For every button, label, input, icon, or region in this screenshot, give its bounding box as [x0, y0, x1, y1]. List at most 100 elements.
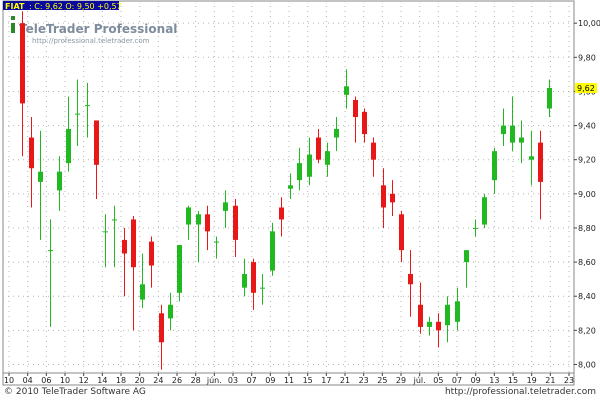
- y-tick-label: 9,00: [578, 190, 596, 199]
- candle-body: [66, 128, 71, 164]
- candle-body: [177, 245, 182, 293]
- candle-body: [473, 227, 478, 229]
- x-tick-label: 12: [79, 376, 89, 385]
- candle-body: [482, 197, 487, 225]
- candle-body: [29, 137, 34, 169]
- candle-body: [529, 156, 534, 160]
- candle-body: [427, 321, 432, 327]
- x-tick-label: 13: [489, 376, 499, 385]
- watermark-logo-icon: [11, 23, 15, 33]
- candle-body: [251, 262, 256, 293]
- x-tick-label: 24: [153, 376, 163, 385]
- candle-body: [445, 304, 450, 326]
- candle-body: [196, 214, 201, 225]
- candle-body: [279, 207, 284, 220]
- candle-body: [20, 23, 25, 104]
- x-tick-label: 15: [508, 376, 518, 385]
- x-tick-label: 14: [97, 376, 107, 385]
- x-tick-label: 18: [116, 376, 126, 385]
- candle-body: [75, 113, 80, 115]
- x-tick-label: 11: [284, 376, 294, 385]
- candle-body: [223, 202, 228, 211]
- candle-body: [371, 142, 376, 160]
- y-tick-label: 8,20: [578, 326, 596, 335]
- y-tick-label: 10,00: [578, 19, 600, 28]
- footer-url-link[interactable]: http://professional.teletrader.com: [445, 386, 596, 398]
- candle-body: [242, 274, 247, 288]
- candle-body: [510, 125, 515, 143]
- x-tick-label: 23: [359, 376, 369, 385]
- y-axis: 8,008,208,408,608,809,009,209,409,609,80…: [574, 19, 600, 369]
- x-tick-label: 23: [564, 376, 574, 385]
- x-tick-label: jún.: [206, 376, 222, 385]
- candle-body: [140, 284, 145, 300]
- x-tick-label: 21: [340, 376, 350, 385]
- candle-body: [214, 241, 219, 243]
- y-tick-label: 8,40: [578, 292, 596, 301]
- candle-body: [399, 214, 404, 251]
- y-tick-label: 9,40: [578, 122, 596, 131]
- candle-body: [38, 171, 43, 182]
- candle-body: [362, 111, 367, 135]
- candle-body: [112, 219, 117, 221]
- x-tick-label: 25: [377, 376, 387, 385]
- candle-body: [260, 287, 265, 289]
- x-tick-label: 10: [60, 376, 70, 385]
- candle-body: [85, 105, 90, 107]
- candle-body: [316, 137, 321, 160]
- candlestick-chart[interactable]: TeleTrader Professional http://professio…: [0, 0, 600, 386]
- x-tick-label: 26: [172, 376, 182, 385]
- x-tick-label: 06: [41, 376, 51, 385]
- x-tick-label: júl.: [413, 376, 426, 385]
- x-tick-label: 07: [452, 376, 462, 385]
- x-tick-label: 29: [396, 376, 406, 385]
- candle-body: [103, 231, 108, 233]
- y-tick-label: 9,80: [578, 53, 596, 62]
- candle-body: [149, 241, 154, 266]
- x-tick-label: 07: [247, 376, 257, 385]
- y-tick-label: 8,00: [578, 360, 596, 369]
- header-quote: : C: 9,62 O: 9,50 +0,57: [29, 2, 122, 11]
- x-tick-label: 10: [4, 376, 14, 385]
- chart-frame: TeleTrader Professional http://professio…: [0, 0, 600, 400]
- x-tick-label: 03: [228, 376, 238, 385]
- candle-body: [57, 171, 62, 191]
- x-tick-label: 21: [545, 376, 555, 385]
- watermark-url: http://professional.teletrader.com: [32, 37, 150, 45]
- watermark-brand: TeleTrader Professional: [19, 22, 177, 36]
- y-tick-label: 9,20: [578, 156, 596, 165]
- x-axis: 10 04 06 10 12 14 18 20 24 26 28 jún. 03 07 09 11 15 17 21…: [2, 372, 575, 386]
- candle-body: [501, 125, 506, 135]
- candle-body: [122, 239, 127, 254]
- candle-body: [288, 185, 293, 189]
- candle-body: [418, 304, 423, 327]
- candle-body: [464, 250, 469, 263]
- candle[interactable]: [482, 193, 487, 228]
- y-tick-label: 8,60: [578, 258, 596, 267]
- candle-body: [492, 151, 497, 181]
- x-tick-label: 17: [321, 376, 331, 385]
- copyright-text: © 2010 TeleTrader Software AG: [4, 387, 146, 397]
- x-tick-label: 09: [471, 376, 481, 385]
- candle-body: [538, 142, 543, 182]
- candle-body: [325, 151, 330, 165]
- x-tick-label: 05: [433, 376, 443, 385]
- candle-body: [205, 214, 210, 232]
- candle-body: [547, 88, 552, 109]
- last-price-label: 9,62: [577, 84, 595, 93]
- watermark-logo-icon-top: [11, 16, 15, 20]
- x-tick-label: 19: [527, 376, 537, 385]
- header-symbol: FIAT: [5, 2, 25, 11]
- candle-body: [436, 321, 441, 331]
- candle-body: [270, 231, 275, 271]
- x-tick-label: 15: [303, 376, 313, 385]
- candle-body: [168, 304, 173, 319]
- candle-body: [233, 205, 238, 240]
- header-bar: FIAT : C: 9,62 O: 9,50 +0,57: [3, 1, 122, 11]
- x-tick-label: 28: [191, 376, 201, 385]
- x-tick-label: 09: [265, 376, 275, 385]
- candle-body: [353, 99, 358, 118]
- candle-body: [307, 154, 312, 177]
- candle-body: [408, 274, 413, 285]
- candle-body: [297, 163, 302, 181]
